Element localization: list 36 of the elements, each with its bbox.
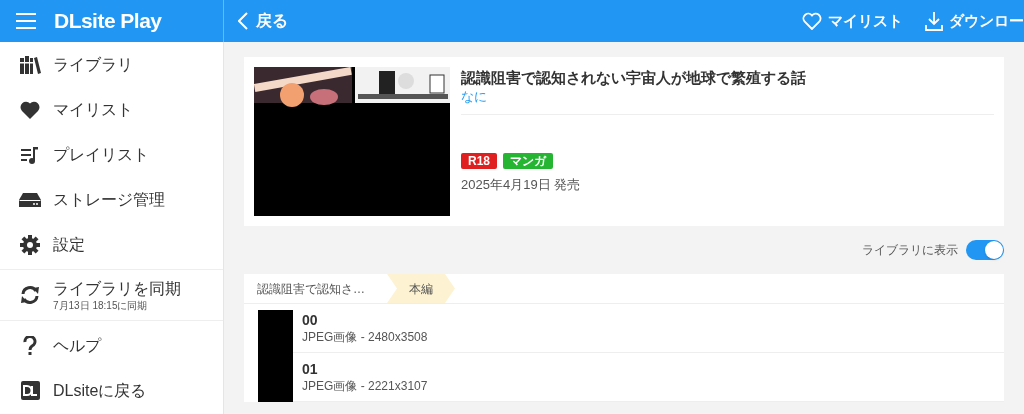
sidebar-item[interactable]: マイリスト [0, 87, 223, 132]
back-chevron-icon [238, 12, 248, 30]
sync-icon [20, 285, 40, 305]
help-icon [23, 335, 37, 356]
dl-logo-icon [20, 381, 40, 400]
playlist-icon [21, 145, 39, 164]
tag: R18 [461, 153, 497, 169]
download-icon [925, 11, 943, 31]
app-logo: DLsite Play [54, 8, 162, 35]
storage-icon [19, 191, 41, 208]
sidebar-item[interactable]: ライブラリを同期 7月13日 18:15に同期 [0, 270, 223, 320]
sync-time: 7月13日 18:15に同期 [53, 298, 149, 312]
settings-icon [20, 234, 40, 255]
sidebar-item[interactable]: ストレージ管理 [0, 177, 223, 222]
work-title: 認識阻害で認知されない宇宙人が地球で繁殖する話 [461, 68, 807, 88]
heart-icon [802, 12, 822, 30]
breadcrumb-item[interactable]: 認識阻害で認知さ… [244, 274, 387, 303]
library-toggle[interactable] [966, 240, 1004, 260]
heart-icon [20, 100, 40, 119]
file-info: JPEG画像 - 2221x3107 [302, 378, 429, 394]
books-icon [19, 55, 41, 74]
sidebar-item[interactable]: DLsiteに戻る [0, 368, 223, 413]
toggle-label: ライブラリに表示 [862, 242, 958, 259]
file-name: 01 [302, 361, 319, 378]
file-info: JPEG画像 - 2480x3508 [302, 329, 429, 345]
sidebar-item[interactable]: ライブラリ [0, 42, 223, 87]
sidebar-item[interactable]: プレイリスト [0, 132, 223, 177]
file-thumbnail [258, 353, 293, 402]
menu-button[interactable] [16, 13, 36, 29]
sidebar-item[interactable]: 設定 [0, 222, 223, 267]
tag: マンガ [503, 153, 553, 169]
release-date: 2025年4月19日 発売 [461, 176, 582, 194]
breadcrumb-item[interactable]: 本編 [387, 274, 455, 303]
file-thumbnail [258, 310, 293, 353]
sidebar-item[interactable]: ヘルプ [0, 323, 223, 368]
file-name: 00 [302, 312, 319, 329]
